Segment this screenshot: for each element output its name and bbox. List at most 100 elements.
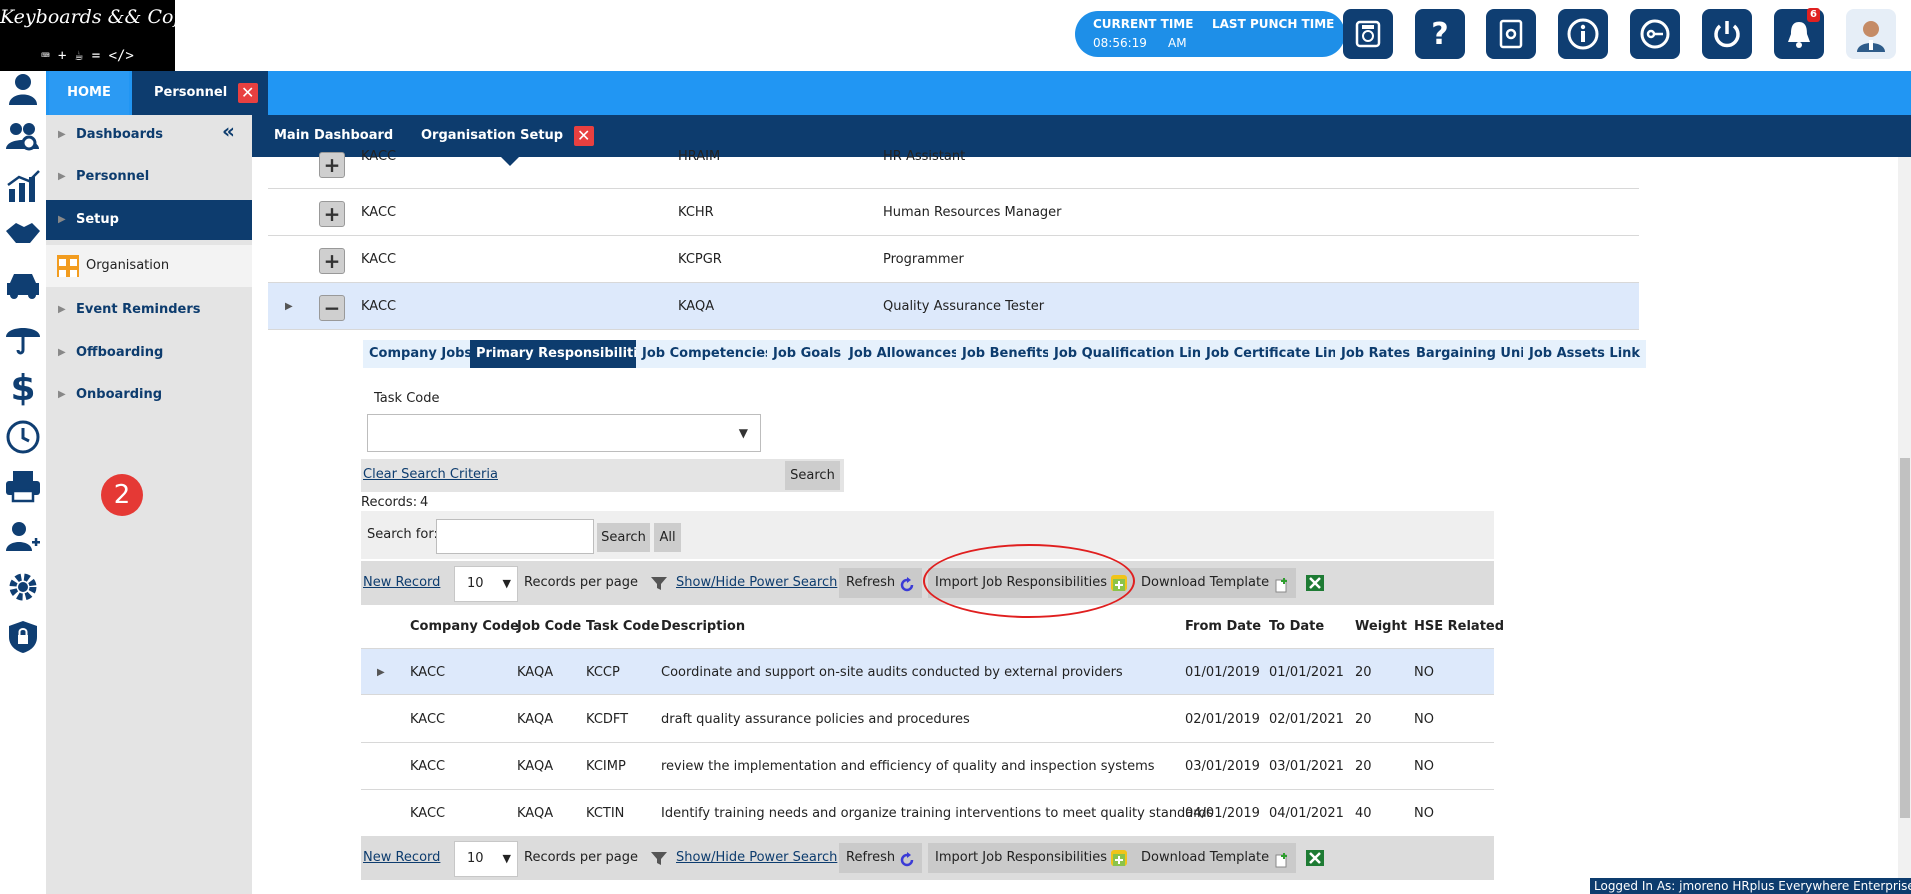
tab-personnel[interactable]: Personnel ✕ bbox=[132, 71, 268, 115]
sidebar-item-label: Personnel bbox=[76, 169, 150, 184]
close-tab-icon[interactable]: ✕ bbox=[237, 82, 258, 103]
col-weight[interactable]: Weight bbox=[1355, 606, 1407, 648]
download-template-button[interactable]: Download Template bbox=[1134, 568, 1297, 598]
description-cell: draft quality assurance policies and pro… bbox=[661, 712, 970, 727]
table-row[interactable]: + KACC HRAIM HR Assistant bbox=[268, 142, 1639, 189]
caret-right-icon: ▶ bbox=[58, 304, 66, 315]
import-job-responsibilities-button[interactable]: Import Job Responsibilities bbox=[928, 843, 1135, 873]
table-row[interactable]: + KACC KCPGR Programmer bbox=[268, 236, 1639, 283]
col-hse-related[interactable]: HSE Related bbox=[1414, 606, 1504, 648]
table-row-selected[interactable]: ▶ − KACC KAQA Quality Assurance Tester bbox=[268, 283, 1639, 330]
sidebar-item-offboarding[interactable]: ▶ Offboarding bbox=[46, 333, 252, 373]
gear-icon[interactable] bbox=[4, 569, 42, 609]
notification-count-badge: 6 bbox=[1807, 8, 1820, 22]
dollar-icon[interactable]: $ bbox=[4, 369, 42, 409]
chart-growth-icon[interactable] bbox=[4, 169, 42, 209]
power-logout-icon[interactable] bbox=[1702, 9, 1752, 59]
security-shield-icon[interactable] bbox=[4, 619, 42, 659]
power-search-link[interactable]: Show/Hide Power Search bbox=[676, 561, 837, 605]
printer-icon[interactable] bbox=[4, 469, 42, 509]
table-row[interactable]: KACC KAQA KCTIN Identify training needs … bbox=[361, 790, 1494, 837]
weight-cell: 20 bbox=[1355, 759, 1372, 774]
download-label: Download Template bbox=[1141, 850, 1270, 865]
to-date-cell: 02/01/2021 bbox=[1269, 712, 1344, 727]
sidebar-item-label: Organisation bbox=[86, 258, 170, 273]
table-row[interactable]: KACC KAQA KCDFT draft quality assurance … bbox=[361, 696, 1494, 743]
col-company-code[interactable]: Company Code bbox=[410, 606, 519, 648]
subtab-primary-responsibilities[interactable]: Primary Responsibilities bbox=[470, 340, 661, 368]
scrollbar-thumb[interactable] bbox=[1900, 458, 1910, 818]
job-code-cell: KCPGR bbox=[678, 252, 722, 267]
sidebar-item-dashboards[interactable]: ▶ Dashboards bbox=[46, 115, 252, 155]
row-expand-arrow-icon[interactable]: ▶ bbox=[285, 283, 293, 330]
clear-search-link[interactable]: Clear Search Criteria bbox=[363, 467, 498, 482]
last-punch-label: LAST PUNCH TIME bbox=[1212, 17, 1335, 31]
refresh-button[interactable]: Refresh bbox=[839, 568, 923, 598]
notifications-bell-icon[interactable]: 6 bbox=[1774, 8, 1824, 59]
subtab-job-goals[interactable]: Job Goals bbox=[767, 340, 848, 368]
dropdown-arrow-icon: ▼ bbox=[738, 426, 748, 440]
download-template-button[interactable]: Download Template bbox=[1134, 843, 1297, 873]
import-label: Import Job Responsibilities bbox=[935, 850, 1108, 865]
row-expand-arrow-icon[interactable]: ▶ bbox=[377, 649, 385, 696]
sidebar-item-personnel[interactable]: ▶ Personnel bbox=[46, 157, 252, 197]
help-icon[interactable]: ? bbox=[1415, 9, 1465, 59]
search-for-input[interactable] bbox=[436, 519, 594, 554]
subtab-job-rates[interactable]: Job Rates bbox=[1335, 340, 1417, 368]
expand-plus-icon[interactable]: + bbox=[319, 201, 345, 227]
user-avatar[interactable] bbox=[1846, 9, 1896, 59]
search-button[interactable]: Search bbox=[785, 461, 840, 490]
punch-clock-icon[interactable] bbox=[1343, 9, 1393, 59]
subtab-job-qualification-link[interactable]: Job Qualification Link bbox=[1048, 340, 1216, 368]
subtab-job-allowances[interactable]: Job Allowances bbox=[843, 340, 965, 368]
from-date-cell: 01/01/2019 bbox=[1185, 665, 1260, 680]
collapse-minus-icon[interactable]: − bbox=[319, 295, 345, 321]
col-to-date[interactable]: To Date bbox=[1269, 606, 1324, 648]
records-per-page-label: Records per page bbox=[524, 850, 639, 865]
people-search-icon[interactable] bbox=[4, 119, 42, 159]
subtab-job-competencies[interactable]: Job Competencies bbox=[636, 340, 779, 368]
new-record-link[interactable]: New Record bbox=[363, 561, 440, 605]
user-icon[interactable] bbox=[4, 71, 42, 111]
key-reset-icon[interactable] bbox=[1630, 9, 1680, 59]
task-code-select[interactable]: ▼ bbox=[367, 414, 761, 452]
col-task-code[interactable]: Task Code bbox=[586, 606, 659, 648]
table-row[interactable]: KACC KAQA KCIMP review the implementatio… bbox=[361, 743, 1494, 790]
info-icon[interactable] bbox=[1558, 9, 1608, 59]
sidebar-item-onboarding[interactable]: ▶ Onboarding bbox=[46, 375, 252, 415]
subtab-job-benefits[interactable]: Job Benefits bbox=[956, 340, 1056, 368]
umbrella-icon[interactable] bbox=[4, 319, 42, 359]
new-record-link[interactable]: New Record bbox=[363, 836, 440, 880]
settings-document-icon[interactable] bbox=[1486, 9, 1536, 59]
handshake-icon[interactable] bbox=[4, 219, 42, 259]
table-row[interactable]: + KACC KCHR Human Resources Manager bbox=[268, 189, 1639, 236]
filter-funnel-icon bbox=[650, 836, 668, 880]
subtab-job-assets-link[interactable]: Job Assets Link bbox=[1523, 340, 1647, 368]
col-job-code[interactable]: Job Code bbox=[517, 606, 581, 648]
page-size-select[interactable]: 10 ▼ bbox=[454, 566, 518, 602]
sidebar-item-setup[interactable]: ▶ Setup bbox=[46, 200, 252, 240]
expand-plus-icon[interactable]: + bbox=[319, 152, 345, 178]
sidebar-item-organisation[interactable]: Organisation bbox=[46, 245, 252, 287]
refresh-button[interactable]: Refresh bbox=[839, 843, 923, 873]
search-for-button[interactable]: Search bbox=[597, 523, 650, 552]
clock-icon[interactable] bbox=[4, 419, 42, 459]
subtab-job-certificate-link[interactable]: Job Certificate Link bbox=[1200, 340, 1352, 368]
subtab-company-jobs[interactable]: Company Jobs bbox=[363, 340, 479, 368]
records-label: Records: bbox=[361, 495, 418, 510]
col-description[interactable]: Description bbox=[661, 606, 745, 648]
col-from-date[interactable]: From Date bbox=[1185, 606, 1261, 648]
subtab-bargaining-unit[interactable]: Bargaining Unit bbox=[1410, 340, 1537, 368]
sidebar-item-event-reminders[interactable]: ▶ Event Reminders bbox=[46, 290, 252, 330]
expand-plus-icon[interactable]: + bbox=[319, 248, 345, 274]
car-icon[interactable] bbox=[4, 269, 42, 309]
power-search-link[interactable]: Show/Hide Power Search bbox=[676, 836, 837, 880]
excel-export-icon[interactable] bbox=[1305, 561, 1325, 605]
excel-export-icon[interactable] bbox=[1305, 836, 1325, 880]
add-person-icon[interactable] bbox=[4, 519, 42, 559]
tab-home[interactable]: HOME bbox=[49, 71, 129, 115]
table-row-selected[interactable]: ▶ KACC KAQA KCCP Coordinate and support … bbox=[361, 648, 1494, 695]
all-button[interactable]: All bbox=[654, 523, 681, 552]
page-size-select[interactable]: 10 ▼ bbox=[454, 841, 518, 877]
caret-right-icon: ▶ bbox=[58, 214, 66, 225]
